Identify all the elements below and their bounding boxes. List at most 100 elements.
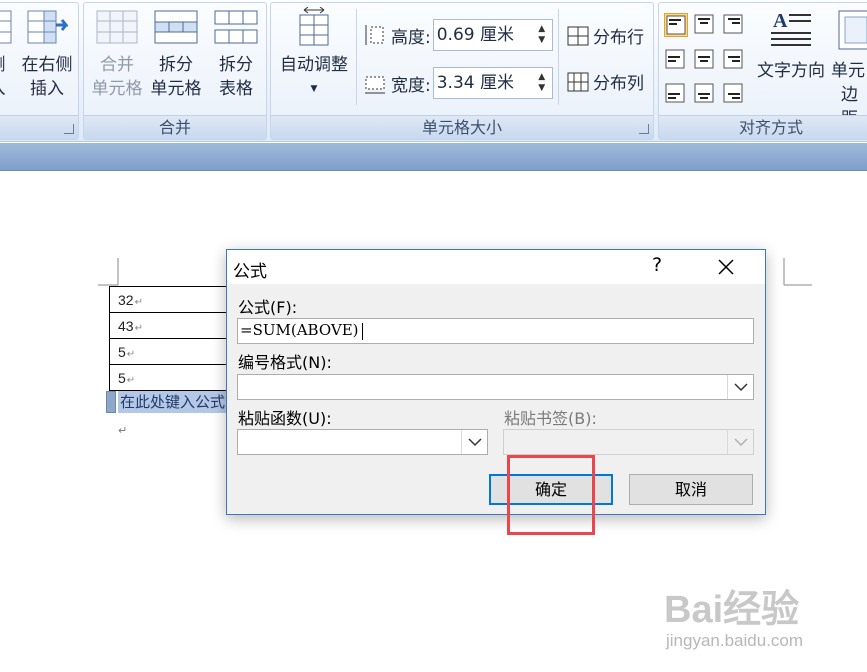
ribbon: 侧 入 在右侧 插入 合并 单元格 拆分 单元格 拆分 表格 合并 — [0, 0, 867, 142]
paste-function-select[interactable] — [237, 429, 488, 455]
annotation-highlight-box — [507, 455, 595, 535]
text-caret — [361, 322, 363, 340]
split-table-label-line2: 表格 — [219, 79, 253, 99]
cell-size-group-label: 单元格大小 — [271, 115, 653, 139]
align-middle-right-button[interactable] — [722, 48, 746, 72]
insert-right-button[interactable]: 在右侧 插入 — [19, 7, 75, 101]
chevron-down-icon — [734, 383, 748, 392]
paste-bookmark-label: 粘贴书签(B): — [504, 409, 597, 428]
autofit-button[interactable]: 自动调整 ▼ — [273, 7, 355, 101]
formula-input[interactable]: =SUM(ABOVE) — [237, 318, 754, 344]
insert-right-label: 在右侧 — [21, 55, 73, 75]
align-top-left-icon — [666, 15, 686, 35]
rows-columns-dialog-launcher-icon[interactable] — [64, 124, 74, 134]
number-format-select[interactable] — [237, 374, 754, 400]
autofit-label: 自动调整 — [280, 55, 348, 75]
cell-margins-label: 单元 — [831, 61, 865, 81]
field-handle-icon — [106, 391, 116, 413]
field-placeholder-text: 在此处键入公式 — [118, 391, 228, 413]
cancel-button[interactable]: 取消 — [629, 474, 753, 505]
height-label: 高度: — [391, 27, 431, 48]
formula-dialog: 公式 ? 公式(F): =SUM(ABOVE) 编号格式(N): 粘贴函数(U)… — [226, 249, 766, 515]
table-row: 5↵ — [109, 338, 239, 365]
insert-left-icon — [0, 10, 12, 44]
insert-left-button[interactable]: 侧 入 — [0, 7, 17, 101]
merge-cells-button[interactable]: 合并 单元格 — [88, 7, 146, 101]
split-cells-icon — [154, 10, 198, 44]
ribbon-group-rows-columns: 侧 入 在右侧 插入 — [0, 2, 79, 140]
close-icon[interactable] — [717, 258, 735, 276]
align-bottom-center-icon — [694, 83, 714, 103]
insert-right-label-line2: 插入 — [30, 79, 64, 99]
baidu-jingyan-watermark: Bai经验 jingyan.baidu.com — [664, 576, 859, 666]
row-height-icon — [365, 25, 384, 45]
insert-right-icon — [27, 10, 68, 44]
table-cell[interactable]: 5↵ — [109, 364, 239, 391]
paste-bookmark-select[interactable] — [503, 429, 754, 455]
align-top-center-icon — [694, 14, 714, 34]
align-bottom-right-button[interactable] — [722, 82, 746, 106]
ribbon-group-cell-size: 自动调整 ▼ 高度: 0.69 厘米 ▲ ▼ 宽度: 3.34 厘米 ▲ ▼ 分布行 — [270, 2, 654, 140]
svg-text:A: A — [773, 10, 788, 32]
watermark-url: jingyan.baidu.com — [666, 631, 804, 650]
align-top-right-button[interactable] — [722, 13, 746, 37]
align-top-center-button[interactable] — [693, 13, 717, 37]
help-button[interactable]: ? — [652, 254, 668, 276]
split-table-icon — [214, 10, 258, 44]
text-direction-icon: A — [771, 10, 811, 46]
align-bottom-left-icon — [665, 83, 685, 103]
width-spinner-arrows-icon[interactable]: ▲ ▼ — [536, 72, 548, 94]
distribute-columns-icon — [567, 72, 589, 91]
page-corner-mark-left — [98, 258, 119, 286]
number-format-label: 编号格式(N): — [238, 353, 332, 372]
watermark-logo: Bai经验 — [664, 589, 800, 631]
ruler-band — [0, 143, 867, 171]
width-label: 宽度: — [391, 75, 431, 96]
table-row: 5↵ — [109, 364, 239, 391]
align-top-right-icon — [723, 14, 743, 34]
distribute-rows-icon — [567, 26, 589, 45]
width-spinner[interactable]: 3.34 厘米 ▲ ▼ — [432, 67, 553, 99]
text-direction-button[interactable]: A 文字方向 — [753, 7, 829, 83]
dialog-title-bar[interactable]: 公式 ? — [227, 250, 765, 284]
align-bottom-left-button[interactable] — [664, 82, 688, 106]
height-spinner[interactable]: 0.69 厘米 ▲ ▼ — [432, 19, 553, 51]
align-middle-left-icon — [665, 49, 685, 69]
chevron-down-icon — [734, 438, 748, 447]
text-direction-label: 文字方向 — [757, 61, 825, 81]
split-table-label: 拆分 — [219, 55, 253, 75]
cell-size-dialog-launcher-icon[interactable] — [639, 124, 649, 134]
split-table-button[interactable]: 拆分 表格 — [208, 7, 264, 101]
merge-cells-label-line2: 单元格 — [91, 79, 143, 99]
table-cell[interactable]: 32↵ — [109, 286, 239, 313]
table-cell[interactable]: 5↵ — [109, 338, 239, 365]
paste-function-dropdown[interactable] — [461, 430, 487, 454]
align-middle-center-button[interactable] — [693, 48, 717, 72]
paste-bookmark-dropdown[interactable] — [727, 430, 753, 454]
align-middle-left-button[interactable] — [664, 48, 688, 72]
distribute-rows-button[interactable]: 分布行 — [565, 23, 644, 48]
align-top-left-button[interactable] — [664, 13, 688, 37]
distribute-columns-button[interactable]: 分布列 — [565, 69, 644, 94]
number-format-dropdown[interactable] — [727, 375, 753, 399]
ribbon-group-merge: 合并 单元格 拆分 单元格 拆分 表格 合并 — [83, 2, 267, 140]
column-width-icon — [365, 76, 385, 94]
formula-placeholder-field[interactable]: 在此处键入公式 — [106, 390, 228, 414]
distribute-columns-label: 分布列 — [593, 74, 644, 94]
align-middle-center-icon — [694, 49, 714, 69]
paste-function-label: 粘贴函数(U): — [238, 409, 332, 428]
table-row: 43↵ — [109, 312, 239, 339]
paragraph-mark: ↵ — [118, 424, 128, 437]
ribbon-group-alignment: A 文字方向 单元 边距 对齐方式 — [658, 2, 867, 140]
merge-group-label: 合并 — [84, 115, 266, 139]
align-bottom-right-icon — [723, 83, 743, 103]
cell-margins-button[interactable]: 单元 边距 — [831, 7, 867, 131]
width-value: 3.34 厘米 — [436, 73, 514, 93]
formula-value: =SUM(ABOVE) — [240, 321, 359, 339]
height-spinner-arrows-icon[interactable]: ▲ ▼ — [536, 24, 548, 46]
formula-label: 公式(F): — [238, 298, 298, 317]
align-bottom-center-button[interactable] — [693, 82, 717, 106]
table-cell[interactable]: 43↵ — [109, 312, 239, 339]
insert-left-label-line2: 入 — [0, 77, 17, 101]
split-cells-button[interactable]: 拆分 单元格 — [148, 7, 204, 101]
